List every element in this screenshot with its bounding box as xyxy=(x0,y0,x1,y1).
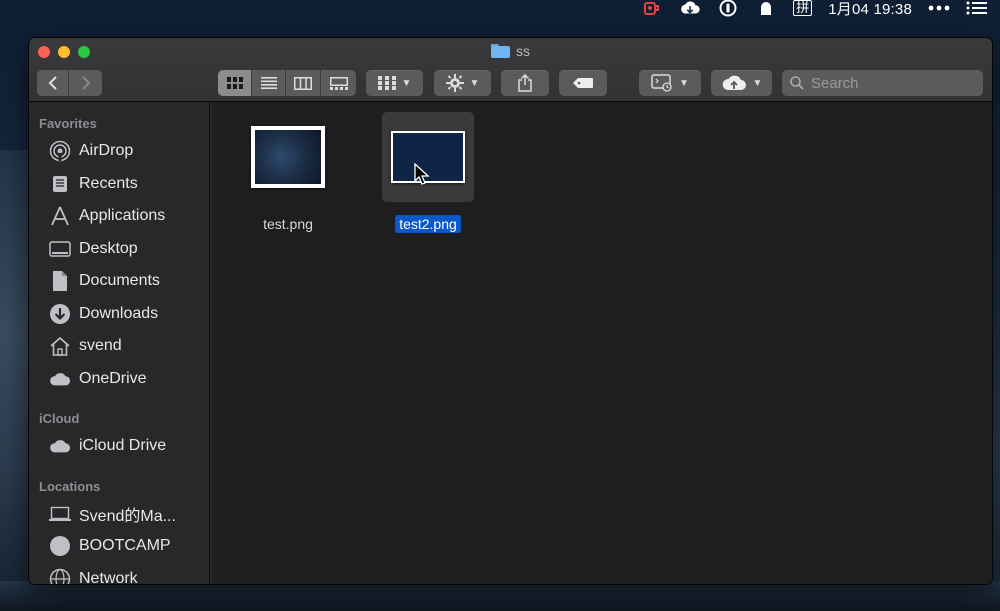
status-cup-icon[interactable] xyxy=(641,0,663,16)
sidebar-item-mac[interactable]: Svend的Ma... xyxy=(29,498,209,531)
list-menu-icon[interactable] xyxy=(966,0,988,16)
input-method-label: 拼 xyxy=(793,0,813,16)
sidebar-section-favorites: Favorites xyxy=(39,116,97,131)
documents-icon xyxy=(49,270,71,292)
search-field[interactable] xyxy=(782,70,983,96)
sidebar-item-label: svend xyxy=(79,337,122,355)
view-mode-control xyxy=(218,70,356,96)
sidebar-item-label: Network xyxy=(79,569,138,584)
sidebar-item-label: Downloads xyxy=(79,304,159,322)
sidebar-item-desktop[interactable]: Desktop xyxy=(29,233,209,266)
back-button[interactable] xyxy=(37,70,69,96)
action-menu-button[interactable]: ▼ xyxy=(434,70,491,96)
list-lines-icon xyxy=(260,77,277,89)
folder-icon xyxy=(491,44,510,58)
recents-icon xyxy=(49,173,71,195)
mouse-cursor-icon xyxy=(414,163,430,185)
sidebar-item-airdrop[interactable]: AirDrop xyxy=(29,135,209,168)
icloud-icon xyxy=(49,435,71,457)
tags-button[interactable] xyxy=(559,70,607,96)
icon-grid-icon xyxy=(226,77,243,89)
desktop-icon xyxy=(49,238,71,260)
applications-icon xyxy=(49,205,71,227)
forward-button[interactable] xyxy=(69,70,102,96)
chevron-left-icon xyxy=(48,76,57,90)
chevron-down-icon: ▼ xyxy=(401,77,412,89)
window-title-text: ss xyxy=(516,43,530,59)
gallery-view-button[interactable] xyxy=(321,70,356,96)
menu-clock[interactable]: 1月04 19:38 xyxy=(828,0,912,18)
tag-icon xyxy=(573,78,593,88)
chevron-down-icon: ▼ xyxy=(469,77,480,89)
sidebar-item-home[interactable]: svend xyxy=(29,330,209,363)
sidebar-item-label: AirDrop xyxy=(79,142,134,160)
cloud-sync-button[interactable]: ▼ xyxy=(711,70,772,96)
sidebar-item-onedrive[interactable]: OneDrive xyxy=(29,363,209,396)
sidebar-item-recents[interactable]: Recents xyxy=(29,168,209,201)
more-dots-icon[interactable] xyxy=(928,0,950,16)
file-item[interactable]: test.png xyxy=(242,112,334,234)
sidebar-item-icloud-drive[interactable]: iCloud Drive xyxy=(29,430,209,463)
nav-buttons xyxy=(37,70,102,96)
home-icon xyxy=(49,335,71,357)
sidebar-item-label: iCloud Drive xyxy=(79,437,167,455)
desktop-wallpaper-bottom xyxy=(0,581,1000,611)
sidebar-item-label: Applications xyxy=(79,207,166,225)
input-method-indicator[interactable]: 拼 xyxy=(793,0,813,16)
downloads-icon xyxy=(49,303,71,325)
ghost-icon[interactable] xyxy=(755,0,777,16)
quick-action-button[interactable]: ▼ xyxy=(639,70,701,96)
password-icon[interactable] xyxy=(717,0,739,17)
title-bar: ss ▼ ▼ ▼ ▼ Search xyxy=(29,38,992,102)
chevron-right-icon xyxy=(81,76,90,90)
sidebar-item-label: BOOTCAMP xyxy=(79,537,171,555)
search-icon xyxy=(790,76,804,90)
preview-window-icon xyxy=(651,74,672,92)
finder-window: ss ▼ ▼ ▼ ▼ Search Favorites AirDrop Rece… xyxy=(29,38,992,584)
file-name[interactable]: test2.png xyxy=(395,215,461,233)
sidebar-item-bootcamp[interactable]: BOOTCAMP xyxy=(29,530,209,563)
icon-view-button[interactable] xyxy=(218,70,252,96)
columns-icon xyxy=(294,76,312,90)
window-title: ss xyxy=(29,43,992,59)
column-view-button[interactable] xyxy=(286,70,321,96)
group-grid-icon xyxy=(377,76,396,90)
share-button[interactable] xyxy=(501,70,549,96)
sidebar-section-locations: Locations xyxy=(39,478,101,494)
menu-bar: 拼 1月04 19:38 xyxy=(0,0,1000,18)
network-icon xyxy=(49,568,71,584)
disk-icon xyxy=(49,535,71,557)
sidebar-item-downloads[interactable]: Downloads xyxy=(29,298,209,331)
sidebar-item-label: Desktop xyxy=(79,239,138,257)
sidebar-item-documents[interactable]: Documents xyxy=(29,265,209,298)
sidebar-item-applications[interactable]: Applications xyxy=(29,200,209,233)
cloud-sync-icon[interactable] xyxy=(679,0,701,16)
sidebar-item-label: OneDrive xyxy=(79,369,147,387)
search-input[interactable] xyxy=(811,74,971,92)
sidebar-item-label: Documents xyxy=(79,272,160,290)
chevron-down-icon: ▼ xyxy=(679,77,689,89)
chevron-down-icon: ▼ xyxy=(752,77,763,89)
sidebar-item-network[interactable]: Network xyxy=(29,563,209,584)
airdrop-icon xyxy=(49,140,71,162)
image-thumbnail xyxy=(251,126,325,188)
group-by-button[interactable]: ▼ xyxy=(366,70,423,96)
sidebar-section-icloud: iCloud xyxy=(39,411,80,426)
share-icon xyxy=(518,74,532,92)
file-thumbnail[interactable] xyxy=(242,112,334,202)
list-view-button[interactable] xyxy=(252,70,286,96)
gear-icon xyxy=(445,74,464,92)
cloud-upload-icon xyxy=(722,75,746,90)
file-thumbnail[interactable] xyxy=(382,112,474,202)
file-browser-content[interactable]: test.png test2.png xyxy=(212,102,992,584)
sidebar-item-label: Recents xyxy=(79,174,138,192)
gallery-icon xyxy=(329,76,348,90)
file-name[interactable]: test.png xyxy=(259,215,317,233)
sidebar: Favorites AirDrop Recents Applications D… xyxy=(29,102,210,584)
laptop-icon xyxy=(49,503,71,525)
sidebar-item-label: Svend的Ma... xyxy=(79,507,176,525)
cloud-icon xyxy=(49,368,71,390)
